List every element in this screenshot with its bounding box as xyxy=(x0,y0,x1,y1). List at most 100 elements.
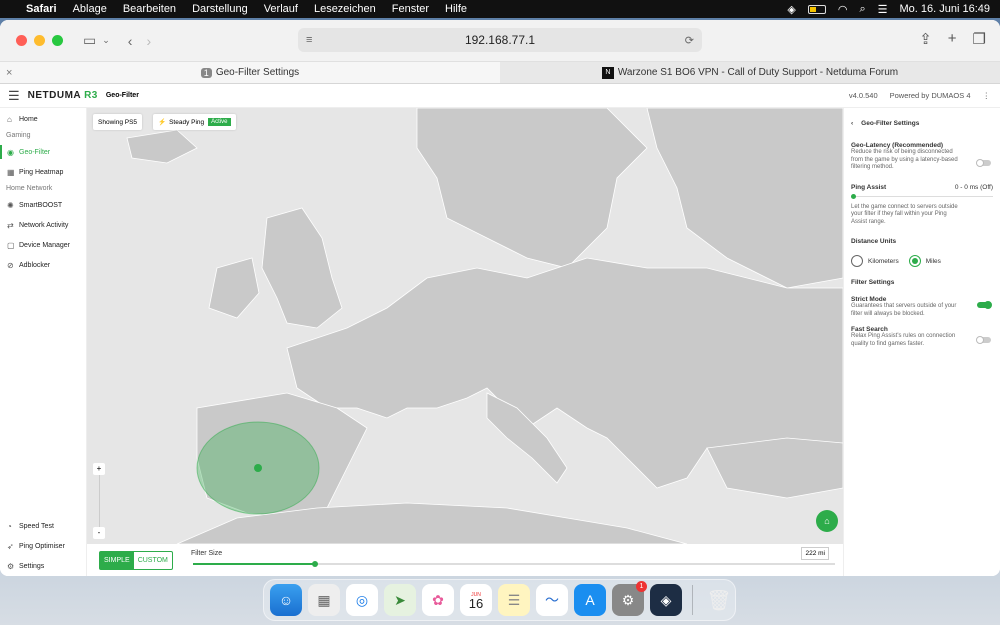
minimize-window-button[interactable] xyxy=(34,35,45,46)
custom-mode-button[interactable]: CUSTOM xyxy=(134,552,172,569)
close-window-button[interactable] xyxy=(16,35,27,46)
sidebar-toggle-icon[interactable]: ▭ xyxy=(83,32,96,49)
strict-mode-title: Strict Mode xyxy=(851,296,887,303)
netduma-app-icon[interactable]: ◈ xyxy=(650,584,682,616)
tab-netduma-forum[interactable]: N Warzone S1 BO6 VPN - Call of Duty Supp… xyxy=(500,62,1000,83)
sidebar-item-geo-filter[interactable]: ◉ Geo-Filter xyxy=(0,142,86,162)
app-store-icon[interactable]: A xyxy=(574,584,606,616)
dock: ☺ ▦ ◎ ➤ ✿ JUN 16 ☰ 〜 A ⚙ 1 ◈ 🗑 xyxy=(263,579,736,621)
adblocker-icon: ⊘ xyxy=(7,260,14,270)
control-center-icon[interactable]: ☰ xyxy=(878,3,888,16)
status-app-icon[interactable]: ◈ xyxy=(787,3,795,16)
ping-assist-thumb[interactable] xyxy=(851,193,856,199)
close-tab-icon[interactable]: × xyxy=(6,67,12,79)
notification-badge: 1 xyxy=(636,581,647,592)
kilometers-radio[interactable]: Kilometers xyxy=(851,255,899,267)
filter-size-thumb[interactable] xyxy=(311,561,318,567)
menu-ablage[interactable]: Ablage xyxy=(73,3,107,15)
menu-hilfe[interactable]: Hilfe xyxy=(445,3,467,15)
sidebar-item-ping-heatmap[interactable]: ▦ Ping Heatmap xyxy=(0,162,86,182)
filter-size-label: Filter Size xyxy=(191,550,223,557)
menu-bearbeiten[interactable]: Bearbeiten xyxy=(123,3,176,15)
device-selector[interactable]: Showing PS5 xyxy=(93,114,143,130)
wifi-icon[interactable]: ◠ xyxy=(838,3,848,16)
geo-latency-title: Geo-Latency (Recommended) xyxy=(851,142,944,149)
geo-latency-toggle[interactable] xyxy=(976,159,991,167)
strict-mode-toggle[interactable] xyxy=(977,301,992,309)
photos-icon[interactable]: ✿ xyxy=(422,584,454,616)
chevron-down-icon[interactable]: ⌄ xyxy=(102,35,110,46)
reload-icon[interactable]: ⟳ xyxy=(685,34,694,47)
share-icon[interactable]: ⇪ xyxy=(919,30,932,48)
hamburger-menu-icon[interactable]: ☰ xyxy=(8,88,20,104)
sidebar-section-gaming: Gaming xyxy=(6,132,31,139)
launchpad-icon[interactable]: ▦ xyxy=(308,584,340,616)
trash-icon[interactable]: 🗑 xyxy=(703,584,735,616)
heatmap-icon: ▦ xyxy=(7,167,15,177)
fast-search-desc: Relax Ping Assist's rules on connection … xyxy=(851,333,956,347)
sidebar-item-label: Network Activity xyxy=(19,221,69,229)
page-settings-icon[interactable]: ≡ xyxy=(306,34,312,46)
geo-filter-icon: ◉ xyxy=(7,147,14,157)
sidebar-item-label: Ping Optimiser xyxy=(19,542,65,550)
sidebar-item-device-manager[interactable]: ▢ Device Manager xyxy=(0,235,86,255)
showing-device-label: Showing PS5 xyxy=(98,118,138,126)
notes-icon[interactable]: ☰ xyxy=(498,584,530,616)
menu-darstellung[interactable]: Darstellung xyxy=(192,3,248,15)
sidebar-item-label: Home xyxy=(19,115,38,123)
maps-icon[interactable]: ➤ xyxy=(384,584,416,616)
simple-mode-button[interactable]: SIMPLE xyxy=(100,552,134,569)
filter-settings-title: Filter Settings xyxy=(851,279,895,286)
tab-overview-icon[interactable]: ❐ xyxy=(973,30,986,48)
menu-lesezeichen[interactable]: Lesezeichen xyxy=(314,3,376,15)
geo-filter-settings-panel: ‹ Geo-Filter Settings Geo-Latency (Recomm… xyxy=(843,108,1000,576)
miles-radio[interactable]: Miles xyxy=(908,255,941,267)
menubar-datetime[interactable]: Mo. 16. Juni 16:49 xyxy=(899,3,990,15)
address-bar[interactable]: ≡ 192.168.77.1 ⟳ xyxy=(298,28,702,52)
system-settings-icon[interactable]: ⚙ 1 xyxy=(612,581,647,616)
back-icon[interactable]: ‹ xyxy=(128,33,133,49)
menu-verlauf[interactable]: Verlauf xyxy=(264,3,298,15)
sidebar-item-smartboost[interactable]: ✺ SmartBOOST xyxy=(0,195,86,215)
sidebar-item-home[interactable]: ⌂ Home xyxy=(0,109,86,129)
menu-safari[interactable]: Safari xyxy=(26,3,57,15)
browser-window: ▭ ⌄ ‹ › ≡ 192.168.77.1 ⟳ ⇪ + ❐ × 1 Geo-F… xyxy=(0,20,1000,576)
sidebar: ⌂ Home Gaming ◉ Geo-Filter ▦ Ping Heatma… xyxy=(0,108,87,576)
more-options-icon[interactable]: ⋮ xyxy=(983,91,991,100)
safari-icon[interactable]: ◎ xyxy=(346,584,378,616)
steady-ping-chip[interactable]: ⚡ Steady Ping Active xyxy=(153,114,236,130)
finder-icon[interactable]: ☺ xyxy=(270,584,302,616)
sidebar-item-ping-optimiser[interactable]: ➶ Ping Optimiser xyxy=(0,536,87,556)
filter-size-value[interactable]: 222 mi xyxy=(801,547,829,560)
fast-search-toggle[interactable] xyxy=(976,336,991,344)
zoom-out-button[interactable]: - xyxy=(93,527,105,539)
spotlight-search-icon[interactable]: ⌕ xyxy=(859,3,865,16)
zoom-slider-track[interactable] xyxy=(99,475,100,527)
sidebar-item-settings[interactable]: ⚙ Settings xyxy=(0,556,87,576)
sidebar-item-adblocker[interactable]: ⊘ Adblocker xyxy=(0,255,86,275)
logo-suffix: R3 xyxy=(84,90,98,101)
tab-geo-filter[interactable]: × 1 Geo-Filter Settings xyxy=(0,62,500,83)
battery-icon[interactable] xyxy=(807,4,826,14)
tab-title: Warzone S1 BO6 VPN - Call of Duty Suppor… xyxy=(617,67,899,78)
calendar-icon[interactable]: JUN 16 xyxy=(460,584,492,616)
zoom-in-button[interactable]: + xyxy=(93,463,105,475)
zoom-window-button[interactable] xyxy=(52,35,63,46)
sidebar-item-network-activity[interactable]: ⇄ Network Activity xyxy=(0,215,86,235)
menu-fenster[interactable]: Fenster xyxy=(392,3,429,15)
sidebar-item-speed-test[interactable]: ◔ Speed Test xyxy=(0,516,87,536)
filter-size-slider[interactable] xyxy=(193,561,835,567)
ping-assist-slider[interactable] xyxy=(851,193,993,199)
forward-icon[interactable]: › xyxy=(146,33,151,49)
geo-filter-map[interactable]: Showing PS5 ⚡ Steady Ping Active + - ⌂ xyxy=(87,108,843,544)
netduma-favicon: N xyxy=(601,66,614,79)
sidebar-section-home-network: Home Network xyxy=(6,185,53,192)
freeform-icon[interactable]: 〜 xyxy=(536,584,568,616)
gear-icon: ⚙ xyxy=(7,561,15,571)
back-chevron-icon[interactable]: ‹ xyxy=(851,120,853,127)
new-tab-icon[interactable]: + xyxy=(948,30,957,48)
netduma-logo[interactable]: NETDUMA R3 xyxy=(28,90,98,101)
recenter-home-button[interactable]: ⌂ xyxy=(816,510,838,532)
zoom-control: + - xyxy=(93,463,105,541)
distance-units-title: Distance Units xyxy=(851,238,897,245)
